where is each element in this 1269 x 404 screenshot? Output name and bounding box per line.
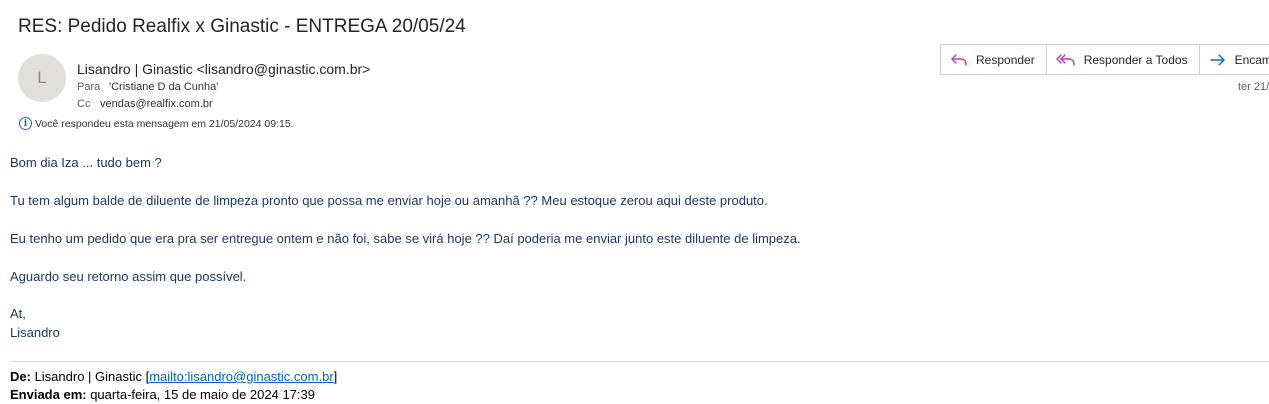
reply-button-label: Responder	[976, 52, 1035, 67]
info-circle-icon: i	[19, 117, 32, 130]
reply-all-arrow-icon	[1056, 53, 1076, 67]
quoted-from-name: Lisandro | Ginastic [	[30, 369, 150, 384]
body-closing: At,	[10, 306, 26, 321]
body-signature: Lisandro	[10, 325, 60, 340]
quoted-from-line: De: Lisandro | Ginastic [mailto:lisandro…	[10, 369, 337, 384]
quoted-from-mailto-link[interactable]: mailto:lisandro@ginastic.com.br	[149, 369, 333, 384]
to-recipient[interactable]: 'Cristiane D da Cunha'	[109, 81, 218, 93]
cc-line: Cc vendas@realfix.com.br	[77, 98, 213, 110]
reply-button[interactable]: Responder	[941, 45, 1047, 74]
forward-button-label: Encaminhar	[1234, 52, 1269, 67]
quoted-from-end: ]	[333, 369, 338, 384]
forward-arrow-icon	[1209, 53, 1227, 67]
reply-all-button-label: Responder a Todos	[1083, 52, 1188, 67]
to-line: Para 'Cristiane D da Cunha'	[77, 81, 218, 93]
avatar-initial: L	[37, 68, 47, 87]
cc-label: Cc	[77, 98, 91, 110]
avatar[interactable]: L	[18, 54, 66, 102]
quote-divider	[10, 361, 1269, 362]
cc-recipient[interactable]: vendas@realfix.com.br	[100, 98, 213, 110]
body-line-3: Aguardo seu retorno assim que possível.	[10, 269, 247, 284]
quoted-sent-line: Enviada em: quarta-feira, 15 de maio de …	[10, 387, 315, 402]
body-line-1: Tu tem algum balde de diluente de limpez…	[10, 193, 768, 208]
reply-arrow-icon	[950, 53, 968, 67]
quoted-sent-value: quarta-feira, 15 de maio de 2024 17:39	[86, 387, 315, 402]
forward-button[interactable]: Encaminhar	[1199, 45, 1269, 74]
body-line-2: Eu tenho um pedido que era pra ser entre…	[10, 231, 801, 246]
to-label: Para	[77, 81, 101, 93]
action-toolbar: Responder Responder a Todos Encaminhar	[940, 44, 1269, 75]
sender[interactable]: Lisandro | Ginastic <lisandro@ginastic.c…	[77, 61, 370, 77]
reply-info-text: Você respondeu esta mensagem em 21/05/20…	[35, 117, 294, 130]
email-subject: RES: Pedido Realfix x Ginastic - ENTREGA…	[18, 16, 466, 37]
quoted-from-label: De:	[10, 369, 31, 384]
reply-all-button[interactable]: Responder a Todos	[1046, 45, 1200, 74]
reply-info-bar: i Você respondeu esta mensagem em 21/05/…	[19, 117, 294, 130]
body-greeting: Bom dia Iza ... tudo bem ?	[10, 155, 162, 170]
quoted-sent-label: Enviada em:	[10, 387, 87, 402]
received-date: ter 21/	[1238, 81, 1269, 93]
